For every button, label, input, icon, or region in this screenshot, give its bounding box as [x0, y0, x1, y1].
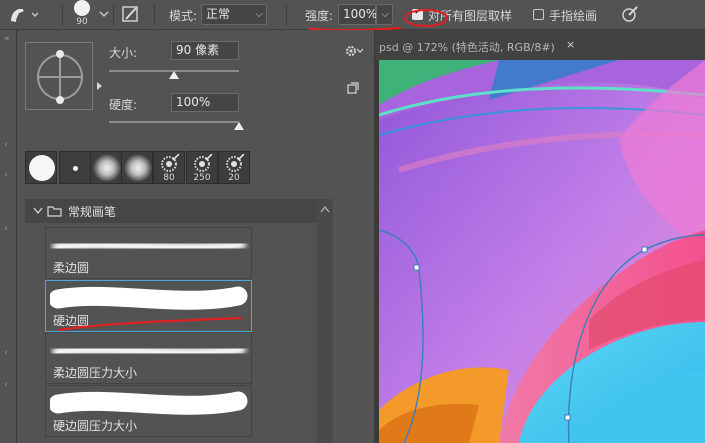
recent-brush-preset[interactable]	[25, 151, 57, 184]
brush-preset-name: 柔边圆压力大小	[53, 366, 138, 380]
chevron-down-icon: ⌵	[381, 9, 389, 20]
pressure-toggle[interactable]	[620, 4, 640, 24]
dock-marker-icon: ‹	[4, 140, 8, 150]
small-round-brush-icon	[73, 166, 78, 171]
preview-arrow-icon	[97, 82, 102, 90]
document-canvas[interactable]	[379, 60, 705, 443]
brush-settings-toggle[interactable]	[121, 4, 141, 24]
recent-brush-preset[interactable]: 250	[186, 151, 218, 184]
brush-preset-row[interactable]: 柔边圆压力大小	[45, 332, 252, 384]
textured-brush-icon	[194, 154, 213, 172]
finger-paint-checkbox[interactable]	[533, 9, 544, 20]
soft-stroke-icon	[52, 238, 246, 255]
recent-brush-preset[interactable]	[90, 151, 122, 184]
brush-group-name: 常规画笔	[68, 205, 117, 219]
mode-value: 正常	[206, 7, 231, 21]
panel-settings-button[interactable]	[345, 44, 364, 61]
finger-paint-label: 手指绘画	[549, 9, 598, 23]
mode-label: 模式:	[169, 9, 198, 23]
recent-brush-preset[interactable]	[121, 151, 153, 184]
roundness-handle[interactable]	[56, 50, 64, 58]
brush-preset-name: 柔边圆	[53, 261, 90, 275]
roundness-handle[interactable]	[56, 96, 64, 104]
strength-input[interactable]: 100%	[338, 4, 378, 25]
brush-preset-panel: 大小: 90 像素 硬度: 100% 80 250 20 常规画笔 柔边圆硬边圆柔边…	[17, 30, 375, 443]
soft-round-brush-icon	[93, 154, 121, 182]
new-preset-icon	[347, 82, 359, 94]
brush-group-header[interactable]: 常规画笔	[25, 199, 317, 223]
panel-dock-strip: « ‹ ‹ ‹ ‹ ‹	[0, 30, 17, 443]
brush-preset-dropdown[interactable]	[98, 4, 110, 26]
recent-brush-preset[interactable]	[59, 151, 91, 184]
chevron-down-icon	[33, 207, 43, 215]
dock-marker-icon: ‹	[4, 380, 8, 390]
recent-brush-preset[interactable]: 80	[153, 151, 185, 184]
brush-preset-picker[interactable]: 90	[70, 0, 94, 30]
size-slider-knob[interactable]	[169, 71, 179, 79]
brush-preset-row[interactable]: 柔边圆	[45, 227, 252, 279]
brush-angle-preview[interactable]	[25, 42, 93, 110]
folder-icon	[47, 206, 62, 217]
chevron-down-icon: ⌵	[255, 9, 263, 20]
brush-preset-row[interactable]: 硬边圆	[45, 280, 252, 332]
brush-preset-row[interactable]: 硬边圆压力大小	[45, 385, 252, 437]
brush-preset-name: 硬边圆压力大小	[53, 419, 138, 433]
dock-marker-icon: ‹	[4, 224, 8, 234]
dock-marker-icon: ‹	[4, 348, 8, 358]
recent-brush-preset[interactable]: 20	[218, 151, 250, 184]
textured-brush-icon	[226, 154, 245, 172]
panel-scrollbar[interactable]	[317, 199, 333, 443]
new-preset-button[interactable]	[347, 82, 359, 97]
dock-marker-icon: ‹	[4, 170, 8, 180]
close-icon[interactable]: ×	[566, 38, 575, 51]
tool-preset-picker[interactable]	[4, 4, 39, 26]
soft-round-brush-icon	[124, 154, 152, 182]
pressure-pen-icon	[622, 6, 638, 22]
hardness-slider[interactable]	[109, 121, 239, 123]
soft-stroke-icon	[52, 343, 246, 360]
hardness-slider-knob[interactable]	[234, 122, 244, 130]
preset-size-label: 20	[228, 173, 240, 183]
document-tab[interactable]: psd @ 172% (特色活动, RGB/8#) ×	[375, 30, 705, 60]
sample-all-layers-label: 对所有图层取样	[428, 9, 513, 23]
hard-round-brush-icon	[29, 155, 55, 181]
textured-brush-icon	[161, 154, 180, 172]
preset-size-label: 250	[193, 173, 211, 183]
brush-settings-icon	[122, 6, 138, 22]
preset-size-label: 80	[163, 173, 175, 183]
hard-stroke-icon	[50, 391, 248, 415]
document-tab-title: psd @ 172% (特色活动, RGB/8#)	[379, 41, 555, 54]
smudge-finger-icon	[11, 9, 39, 22]
strength-label: 强度:	[305, 9, 334, 23]
hardness-label: 硬度:	[109, 98, 138, 112]
brush-tip-icon	[74, 0, 90, 16]
brush-preset-name: 硬边圆	[53, 314, 90, 328]
collapse-icon[interactable]: «	[4, 34, 10, 44]
strength-value: 100%	[343, 7, 378, 21]
size-input[interactable]: 90 像素	[171, 41, 239, 60]
hardness-input[interactable]: 100%	[171, 93, 239, 112]
scroll-up-icon[interactable]	[320, 206, 330, 213]
chevron-down-icon	[99, 11, 109, 17]
hard-stroke-icon	[50, 286, 248, 310]
sample-all-layers-checkbox[interactable]	[412, 7, 423, 20]
strength-slider-toggle[interactable]: ⌵	[376, 4, 393, 25]
mode-dropdown[interactable]: 正常 ⌵	[201, 4, 267, 25]
size-label: 大小:	[109, 46, 138, 60]
gear-icon	[346, 46, 364, 56]
brush-size-readout: 90	[76, 17, 88, 27]
options-bar: 90 模式: 正常 ⌵ 强度: 100% ⌵ 对所有图层取样 手指绘画	[0, 0, 705, 30]
